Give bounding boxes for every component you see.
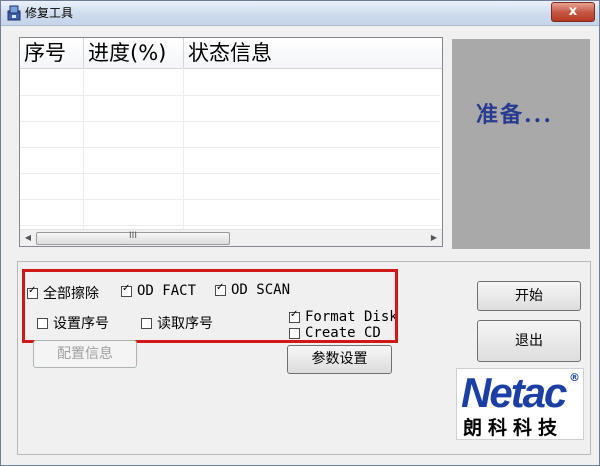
app-icon	[7, 5, 21, 21]
param-settings-button[interactable]: 参数设置	[287, 345, 392, 374]
start-button[interactable]: 开始	[477, 281, 581, 311]
horizontal-scrollbar[interactable]: ◀ III ▶	[20, 229, 442, 246]
column-divider	[183, 68, 184, 230]
logo-chinese-name: 朗科科技	[463, 417, 564, 439]
column-header-serial[interactable]: 序号	[20, 38, 84, 68]
scroll-grip: III	[129, 231, 137, 241]
progress-list[interactable]: 序号 进度(%) 状态信息 ◀ III ▶	[19, 37, 443, 247]
close-button[interactable]: x	[551, 2, 595, 22]
logo-wordmark: Netac	[461, 369, 567, 416]
exit-button[interactable]: 退出	[477, 320, 581, 362]
title-bar[interactable]: 修复工具 x	[1, 1, 599, 26]
column-header-status[interactable]: 状态信息	[184, 38, 442, 68]
config-info-button[interactable]: 配置信息	[33, 340, 137, 368]
repair-tool-window: 修复工具 x 序号 进度(%) 状态信息 ◀ III ▶ 准备... ✓ 全部擦…	[0, 0, 600, 466]
window-title: 修复工具	[25, 6, 74, 20]
netac-logo: Netac ® 朗科科技	[456, 368, 584, 440]
highlight-annotation-box	[22, 269, 398, 343]
list-header: 序号 进度(%) 状态信息	[20, 38, 442, 69]
column-header-progress[interactable]: 进度(%)	[84, 38, 184, 68]
scroll-right-icon[interactable]: ▶	[426, 230, 442, 246]
scroll-thumb[interactable]: III	[36, 231, 230, 245]
status-panel: 准备...	[452, 39, 590, 249]
column-divider	[83, 68, 84, 230]
registered-mark: ®	[569, 371, 580, 384]
scroll-left-icon[interactable]: ◀	[20, 230, 36, 246]
close-icon: x	[568, 4, 578, 19]
status-text: 准备...	[476, 102, 553, 128]
